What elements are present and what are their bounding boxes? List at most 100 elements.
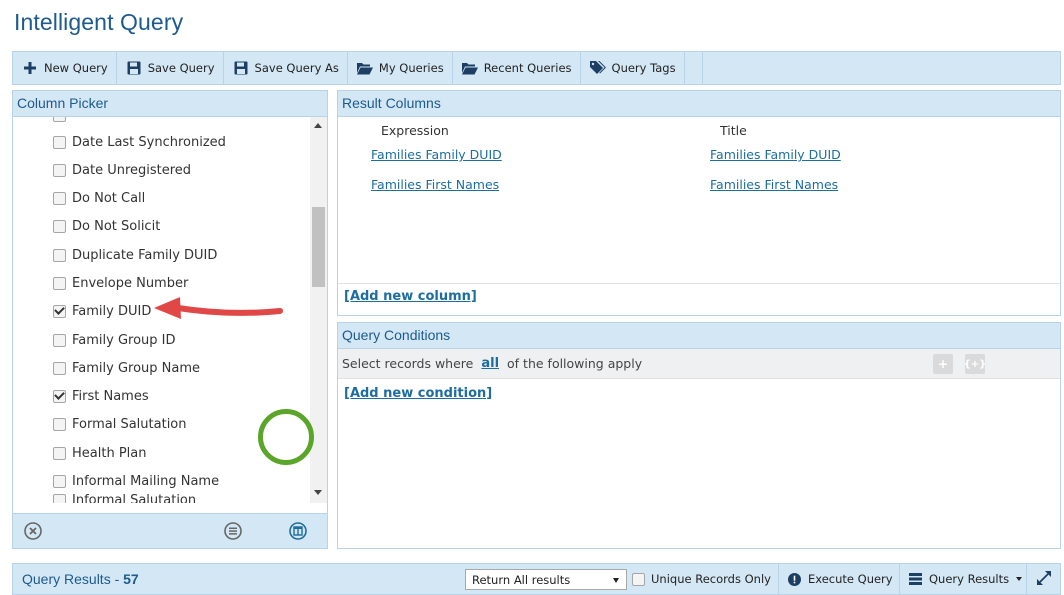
result-title-link[interactable]: Families First Names [710, 177, 838, 192]
plus-icon [22, 60, 38, 76]
unique-records-toggle[interactable]: Unique Records Only [623, 564, 771, 594]
my-queries-label: My Queries [378, 61, 444, 75]
column-item-label: Do Not Call [72, 190, 146, 206]
execute-query-label: Execute Query [808, 572, 893, 586]
expand-button[interactable] [1026, 564, 1051, 594]
recent-queries-button[interactable]: Recent Queries [453, 52, 581, 84]
column-item[interactable]: Family Group ID [53, 330, 176, 350]
column-item[interactable]: Duplicate Family DUID [53, 245, 217, 265]
annotation-arrow [154, 297, 283, 319]
save-query-as-label: Save Query As [254, 61, 339, 75]
checkbox[interactable] [53, 117, 66, 122]
column-item[interactable]: Do Not Solicit [53, 216, 160, 236]
column-item-first-names[interactable]: First Names [53, 386, 149, 406]
scroll-up-arrow-icon[interactable] [314, 123, 322, 128]
column-picker-title: Column Picker [13, 91, 327, 117]
column-item-label: Duplicate Family DUID [72, 247, 218, 263]
result-title-link[interactable]: Families Family DUID [710, 147, 841, 162]
new-query-label: New Query [44, 61, 108, 75]
query-results-menu[interactable]: Query Results [899, 564, 1023, 594]
conditions-mode-link[interactable]: all [481, 356, 499, 371]
checkbox[interactable] [53, 417, 66, 431]
checkbox[interactable] [53, 248, 66, 262]
checkbox[interactable] [53, 276, 66, 290]
checkbox[interactable] [53, 361, 66, 375]
expand-arrows-icon [1037, 570, 1051, 588]
save-query-label: Save Query [147, 61, 215, 75]
column-item-label: Envelope Number [72, 275, 189, 291]
column-item-label: Family DUID [72, 303, 152, 319]
checkbox[interactable] [53, 474, 66, 488]
new-query-button[interactable]: New Query [13, 52, 117, 84]
column-item-partial[interactable] [53, 117, 72, 125]
clear-circle-x-icon[interactable] [24, 522, 42, 540]
checkbox[interactable] [53, 219, 66, 233]
page-title: Intelligent Query [14, 9, 184, 35]
column-item-partial[interactable]: Informal Salutation [53, 490, 196, 503]
scroll-thumb[interactable] [312, 207, 325, 287]
query-conditions-panel: Query Conditions Select records where al… [337, 322, 1061, 549]
checkbox[interactable] [53, 333, 66, 347]
column-item[interactable]: Date Unregistered [53, 160, 191, 180]
folder-open-icon [356, 60, 373, 76]
title-column-header: Title [720, 123, 747, 138]
save-query-button[interactable]: Save Query [117, 52, 224, 84]
checkbox[interactable] [53, 191, 66, 205]
checkbox-checked[interactable] [53, 304, 66, 318]
add-group-icon[interactable]: {+} [964, 354, 986, 374]
checkbox[interactable] [632, 572, 645, 586]
add-new-column-link[interactable]: [Add new column] [344, 289, 477, 304]
column-item[interactable]: Family Group Name [53, 358, 200, 378]
server-list-icon [909, 573, 922, 585]
divider [338, 283, 1060, 284]
column-item-family-duid[interactable]: Family DUID [53, 301, 151, 321]
checkbox[interactable] [53, 493, 66, 503]
add-condition-plus-icon[interactable]: + [933, 354, 953, 374]
tags-icon [589, 60, 606, 76]
query-results-bar: Query Results - 57 Return All results Un… [12, 563, 1061, 595]
conditions-mode-bar: Select records where all of the followin… [338, 349, 1060, 379]
column-item[interactable]: Informal Mailing Name [53, 471, 219, 491]
annotation-highlight-ring [258, 409, 314, 465]
column-item-label: First Names [72, 388, 149, 404]
query-tags-button[interactable]: Query Tags [581, 52, 685, 84]
folder-open-icon [461, 60, 478, 76]
query-toolbar: New Query Save Query Save Query As My Qu… [12, 51, 1061, 85]
checkbox[interactable] [53, 163, 66, 177]
column-picker-footer [13, 513, 327, 548]
result-columns-title: Result Columns [338, 91, 1060, 117]
return-results-select[interactable]: Return All results [465, 569, 627, 590]
save-as-icon [233, 60, 249, 76]
query-tags-label: Query Tags [611, 61, 676, 75]
save-query-as-button[interactable]: Save Query As [224, 52, 348, 84]
panel-layout-icon[interactable] [289, 522, 307, 540]
execute-query-button[interactable]: Execute Query [778, 564, 893, 594]
column-item-label: Health Plan [72, 445, 147, 461]
my-queries-button[interactable]: My Queries [348, 52, 453, 84]
checkbox[interactable] [53, 446, 66, 460]
result-expression-link[interactable]: Families Family DUID [371, 147, 502, 162]
result-expression-link[interactable]: Families First Names [371, 177, 499, 192]
expression-column-header: Expression [381, 123, 449, 138]
column-item-label: Informal Salutation [72, 492, 197, 504]
checkbox[interactable] [53, 135, 66, 149]
list-view-icon[interactable] [224, 522, 242, 540]
column-item-label: Family Group Name [72, 360, 201, 376]
query-conditions-title: Query Conditions [338, 323, 1060, 349]
scroll-down-arrow-icon[interactable] [314, 490, 322, 495]
column-item[interactable]: Health Plan [53, 443, 146, 463]
recent-queries-label: Recent Queries [483, 61, 572, 75]
checkbox-checked[interactable] [53, 389, 66, 403]
query-results-title: Query Results - 57 [22, 571, 139, 587]
column-item-label: Date Unregistered [72, 162, 192, 178]
query-results-menu-label: Query Results [929, 572, 1010, 586]
column-item-label: Do Not Solicit [72, 218, 161, 234]
conditions-suffix: of the following apply [507, 356, 643, 371]
column-item[interactable]: Formal Salutation [53, 414, 187, 434]
column-item[interactable]: Date Last Synchronized [53, 132, 226, 152]
query-results-label: Query Results - [22, 571, 124, 587]
add-new-condition-link[interactable]: [Add new condition] [344, 386, 492, 401]
column-item[interactable]: Envelope Number [53, 273, 188, 293]
column-item[interactable]: Do Not Call [53, 188, 145, 208]
result-columns-panel: Result Columns Expression Title Families… [337, 90, 1061, 316]
